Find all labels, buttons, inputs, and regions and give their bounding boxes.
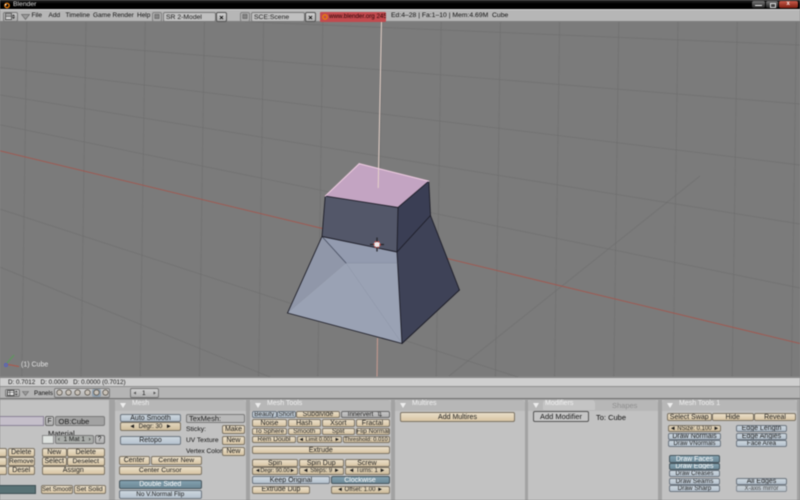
svg-text:(1) Cube: (1) Cube: [21, 362, 48, 369]
